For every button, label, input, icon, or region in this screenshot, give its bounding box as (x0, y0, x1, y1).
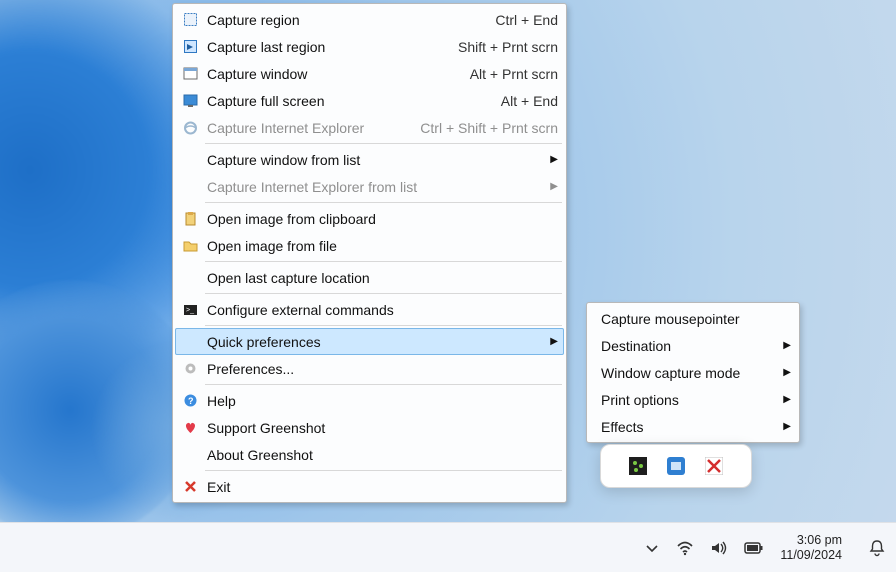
heart-icon (179, 420, 201, 435)
full-screen-icon (179, 93, 201, 108)
submenu-arrow-icon: ▶ (544, 182, 558, 192)
menu-label: Effects (593, 419, 777, 435)
tray-icon-app-blue[interactable] (667, 457, 685, 475)
tray-icon-greenshot[interactable] (629, 457, 647, 475)
menu-accel: Shift + Prnt scrn (444, 39, 558, 55)
menu-label: Capture last region (201, 39, 444, 55)
notifications-icon[interactable] (868, 539, 886, 557)
last-region-icon (179, 39, 201, 54)
quick-preferences-submenu: Capture mousepointer Destination ▶ Windo… (586, 302, 800, 443)
menu-quick-preferences[interactable]: Quick preferences ▶ (175, 328, 564, 355)
menu-separator (205, 470, 562, 471)
submenu-arrow-icon: ▶ (544, 155, 558, 165)
menu-separator (205, 325, 562, 326)
menu-open-last-location[interactable]: Open last capture location (175, 264, 564, 291)
greenshot-tray-menu: Capture region Ctrl + End Capture last r… (172, 3, 567, 503)
menu-label: Quick preferences (201, 334, 544, 350)
menu-configure-external[interactable]: >_ Configure external commands (175, 296, 564, 323)
terminal-icon: >_ (179, 302, 201, 317)
submenu-effects[interactable]: Effects ▶ (589, 413, 797, 440)
folder-icon (179, 238, 201, 253)
menu-label: Capture window from list (201, 152, 544, 168)
submenu-destination[interactable]: Destination ▶ (589, 332, 797, 359)
menu-label: Capture Internet Explorer from list (201, 179, 544, 195)
menu-label: Help (201, 393, 558, 409)
menu-label: Configure external commands (201, 302, 558, 318)
menu-about[interactable]: About Greenshot (175, 441, 564, 468)
submenu-arrow-icon: ▶ (777, 422, 791, 432)
submenu-capture-mousepointer[interactable]: Capture mousepointer (589, 305, 797, 332)
submenu-print-options[interactable]: Print options ▶ (589, 386, 797, 413)
menu-label: Window capture mode (593, 365, 777, 381)
menu-label: Capture mousepointer (593, 311, 791, 327)
submenu-arrow-icon: ▶ (777, 368, 791, 378)
tray-icon-app-red[interactable] (705, 457, 723, 475)
menu-separator (205, 202, 562, 203)
menu-accel: Ctrl + End (481, 12, 558, 28)
menu-label: Open image from clipboard (201, 211, 558, 227)
svg-text:>_: >_ (186, 307, 194, 314)
menu-capture-full-screen[interactable]: Capture full screen Alt + End (175, 87, 564, 114)
window-icon (179, 66, 201, 81)
menu-capture-window-from-list[interactable]: Capture window from list ▶ (175, 146, 564, 173)
tray-overflow-popup (600, 444, 752, 488)
menu-open-clipboard[interactable]: Open image from clipboard (175, 205, 564, 232)
tray-chevron-icon[interactable] (644, 540, 660, 556)
clipboard-icon (179, 211, 201, 226)
menu-capture-region[interactable]: Capture region Ctrl + End (175, 6, 564, 33)
ie-icon (179, 120, 201, 135)
menu-separator (205, 261, 562, 262)
close-icon (179, 479, 201, 494)
menu-capture-last-region[interactable]: Capture last region Shift + Prnt scrn (175, 33, 564, 60)
menu-accel: Ctrl + Shift + Prnt scrn (406, 120, 558, 136)
menu-separator (205, 143, 562, 144)
menu-label: Destination (593, 338, 777, 354)
battery-icon[interactable] (744, 541, 764, 555)
menu-label: Capture window (201, 66, 456, 82)
submenu-arrow-icon: ▶ (777, 395, 791, 405)
menu-label: Open last capture location (201, 270, 558, 286)
menu-accel: Alt + End (487, 93, 558, 109)
taskbar-systray: 3:06 pm 11/09/2024 (644, 533, 886, 563)
menu-separator (205, 293, 562, 294)
submenu-arrow-icon: ▶ (777, 341, 791, 351)
wifi-icon[interactable] (676, 539, 694, 557)
menu-label: Capture region (201, 12, 481, 28)
menu-accel: Alt + Prnt scrn (456, 66, 558, 82)
taskbar-clock[interactable]: 3:06 pm 11/09/2024 (780, 533, 842, 563)
menu-open-file[interactable]: Open image from file (175, 232, 564, 259)
menu-capture-ie: Capture Internet Explorer Ctrl + Shift +… (175, 114, 564, 141)
menu-label: Exit (201, 479, 558, 495)
menu-label: Capture Internet Explorer (201, 120, 406, 136)
menu-support[interactable]: Support Greenshot (175, 414, 564, 441)
menu-separator (205, 384, 562, 385)
help-icon: ? (179, 393, 201, 408)
clock-time: 3:06 pm (780, 533, 842, 548)
svg-text:?: ? (188, 396, 194, 406)
submenu-window-capture-mode[interactable]: Window capture mode ▶ (589, 359, 797, 386)
gear-icon (179, 361, 201, 376)
menu-exit[interactable]: Exit (175, 473, 564, 500)
menu-label: About Greenshot (201, 447, 558, 463)
submenu-arrow-icon: ▶ (544, 337, 558, 347)
menu-label: Capture full screen (201, 93, 487, 109)
taskbar: 3:06 pm 11/09/2024 (0, 522, 896, 572)
region-icon (179, 12, 201, 27)
menu-label: Support Greenshot (201, 420, 558, 436)
volume-icon[interactable] (710, 539, 728, 557)
menu-preferences[interactable]: Preferences... (175, 355, 564, 382)
menu-help[interactable]: ? Help (175, 387, 564, 414)
clock-date: 11/09/2024 (780, 548, 842, 563)
menu-label: Open image from file (201, 238, 558, 254)
menu-capture-window[interactable]: Capture window Alt + Prnt scrn (175, 60, 564, 87)
menu-capture-ie-from-list: Capture Internet Explorer from list ▶ (175, 173, 564, 200)
menu-label: Preferences... (201, 361, 558, 377)
menu-label: Print options (593, 392, 777, 408)
